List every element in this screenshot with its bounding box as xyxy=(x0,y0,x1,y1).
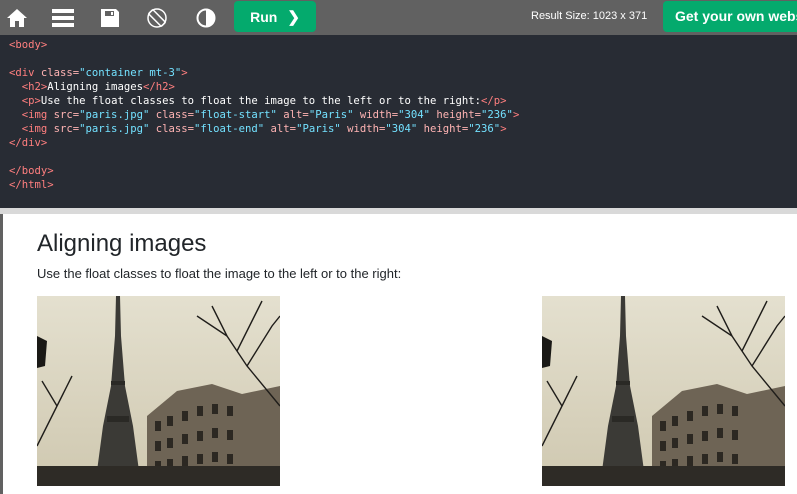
paris-image-right xyxy=(542,296,785,486)
code-token: width= xyxy=(340,123,386,135)
home-icon[interactable] xyxy=(0,0,34,35)
code-token: alt= xyxy=(264,123,297,135)
code-token: src= xyxy=(53,109,80,121)
chevron-right-icon: ❯ xyxy=(287,8,300,26)
code-token: Use the float classes to float the image… xyxy=(40,95,481,107)
code-token: </body> xyxy=(9,165,54,177)
contrast-icon[interactable] xyxy=(189,0,223,35)
menu-icon[interactable] xyxy=(46,0,80,35)
code-line[interactable]: <body> xyxy=(9,38,519,52)
code-line[interactable]: </body> xyxy=(9,164,519,178)
code-token: </p> xyxy=(481,95,507,107)
code-token: "container mt-3" xyxy=(79,67,182,79)
result-heading: Aligning images xyxy=(37,230,207,257)
code-line[interactable]: </div> xyxy=(9,136,519,150)
code-token: "304" xyxy=(398,109,431,121)
code-token: class= xyxy=(149,109,194,121)
code-line[interactable]: <div class="container mt-3"> xyxy=(9,66,519,80)
code-token: "paris.jpg" xyxy=(79,123,150,135)
code-line[interactable]: <img src="paris.jpg" class="float-end" a… xyxy=(9,122,519,136)
code-token: <img xyxy=(21,123,54,135)
code-token: src= xyxy=(53,123,80,135)
save-icon[interactable] xyxy=(93,0,127,35)
code-token: "Paris" xyxy=(308,109,354,121)
code-token: width= xyxy=(353,109,399,121)
code-line[interactable]: <h2>Aligning images</h2> xyxy=(9,80,519,94)
code-line[interactable] xyxy=(9,52,519,66)
paris-image-left xyxy=(37,296,280,486)
code-token: </html> xyxy=(9,179,54,191)
code-token: "236" xyxy=(468,123,501,135)
run-button-label: Run xyxy=(250,8,278,25)
code-text[interactable]: <body> <div class="container mt-3"> <h2>… xyxy=(9,38,519,192)
result-size-label: Result Size: 1023 x 371 xyxy=(531,10,648,22)
run-button[interactable]: Run ❯ xyxy=(234,1,316,32)
code-line[interactable]: <p>Use the float classes to float the im… xyxy=(9,94,519,108)
code-token: <p> xyxy=(21,95,41,107)
code-token: class= xyxy=(40,67,80,79)
code-token: "236" xyxy=(481,109,513,121)
code-token: "Paris" xyxy=(296,123,341,135)
code-token: > xyxy=(181,67,188,79)
code-line[interactable] xyxy=(9,150,519,164)
code-line[interactable]: </html> xyxy=(9,178,519,192)
code-token: <img xyxy=(21,109,54,121)
get-website-button[interactable]: Get your own website xyxy=(663,1,797,32)
code-token: "paris.jpg" xyxy=(79,109,150,121)
code-token: <h2> xyxy=(21,81,48,93)
code-editor[interactable]: <body> <div class="container mt-3"> <h2>… xyxy=(0,35,797,208)
code-token: Aligning images xyxy=(47,81,143,93)
code-token: "float-start" xyxy=(194,109,277,121)
code-line[interactable]: <img src="paris.jpg" class="float-start"… xyxy=(9,108,520,122)
result-paragraph: Use the float classes to float the image… xyxy=(37,266,402,281)
code-token: > xyxy=(500,123,507,135)
code-token: height= xyxy=(417,123,469,135)
code-token: height= xyxy=(430,109,482,121)
code-token: > xyxy=(512,109,520,121)
result-pane: Aligning images Use the float classes to… xyxy=(0,214,797,494)
code-token: <body> xyxy=(9,39,48,51)
rotate-icon[interactable] xyxy=(140,0,174,35)
code-token: "304" xyxy=(385,123,418,135)
code-token: class= xyxy=(149,123,194,135)
code-token: </h2> xyxy=(142,81,175,93)
code-token: <div xyxy=(9,67,41,79)
toolbar: Run ❯ Result Size: 1023 x 371 Get your o… xyxy=(0,0,797,35)
code-token: </div> xyxy=(9,137,48,149)
code-token: "float-end" xyxy=(194,123,265,135)
code-token: alt= xyxy=(276,109,309,121)
